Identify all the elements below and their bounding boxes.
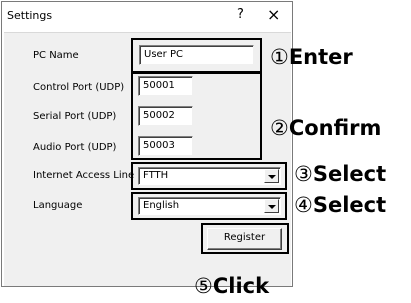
title-bar: Settings ? ×	[1, 1, 293, 32]
callout-enter: ①Enter	[270, 45, 353, 69]
callout-number: ①	[270, 45, 289, 69]
internet-access-line-value: FTTH	[143, 170, 169, 181]
pc-name-label: PC Name	[33, 50, 79, 61]
internet-access-line-select[interactable]: FTTH	[138, 167, 281, 185]
callout-number: ②	[270, 116, 289, 140]
language-value: English	[143, 200, 180, 211]
chevron-down-icon[interactable]	[264, 169, 279, 183]
serial-port-label: Serial Port (UDP)	[33, 111, 117, 122]
serial-port-field[interactable]: 50002	[138, 106, 193, 126]
register-button[interactable]: Register	[207, 228, 282, 250]
audio-port-label: Audio Port (UDP)	[33, 142, 117, 153]
chevron-down-icon[interactable]	[264, 199, 279, 213]
callout-select-line: ③Select	[294, 162, 386, 186]
internet-access-line-label: Internet Access Line	[33, 170, 135, 181]
control-port-field[interactable]: 50001	[138, 76, 193, 96]
callout-click: ⑤Click	[194, 274, 269, 298]
close-button[interactable]: ×	[267, 5, 280, 24]
callout-number: ④	[294, 193, 313, 217]
callout-word: Select	[312, 162, 387, 186]
callout-number: ③	[294, 162, 313, 186]
callout-word: Confirm	[288, 116, 382, 140]
pc-name-field[interactable]: User PC	[139, 45, 254, 65]
callout-confirm: ②Confirm	[270, 116, 381, 140]
language-select[interactable]: English	[138, 197, 281, 215]
callout-number: ⑤	[194, 274, 213, 298]
control-port-label: Control Port (UDP)	[33, 82, 125, 93]
language-label: Language	[33, 200, 83, 211]
help-button[interactable]: ?	[237, 7, 244, 22]
callout-select-language: ④Select	[294, 193, 386, 217]
callout-word: Select	[312, 193, 387, 217]
callout-word: Enter	[288, 45, 353, 69]
dialog-title: Settings	[7, 9, 53, 22]
audio-port-field[interactable]: 50003	[138, 136, 193, 156]
callout-word: Click	[212, 274, 270, 298]
